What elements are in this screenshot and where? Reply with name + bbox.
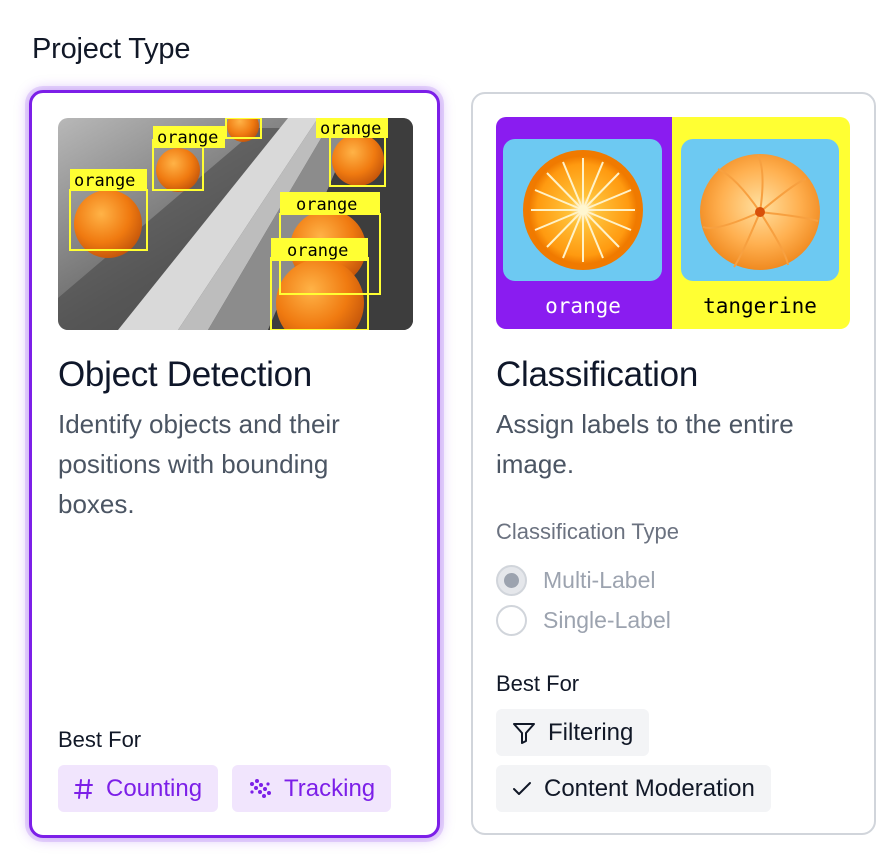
- radio-multi-label[interactable]: Multi-Label: [496, 565, 656, 596]
- card-title: Classification: [496, 355, 698, 394]
- radio-button[interactable]: [496, 605, 527, 636]
- check-icon: [513, 781, 531, 795]
- chip-label: Filtering: [548, 718, 634, 746]
- detection-label: orange: [320, 119, 381, 139]
- radio-label: Multi-Label: [543, 567, 656, 593]
- chip-label: Tracking: [284, 774, 376, 802]
- best-for-label: Best For: [58, 727, 142, 752]
- section-title: Project Type: [32, 33, 191, 65]
- hash-icon: [74, 778, 93, 799]
- detection-label: orange: [74, 171, 135, 191]
- object-detection-card[interactable]: orange orange orange orange orange Objec…: [29, 90, 440, 838]
- radio-single-label[interactable]: Single-Label: [496, 605, 671, 636]
- classification-type-label: Classification Type: [496, 519, 680, 544]
- detection-label: orange: [287, 241, 348, 261]
- radio-button[interactable]: [496, 565, 527, 596]
- class-label-orange: orange: [545, 294, 621, 318]
- chip-tracking: Tracking: [232, 765, 392, 812]
- chip-filtering: Filtering: [496, 709, 650, 756]
- class-label-tangerine: tangerine: [703, 294, 817, 318]
- tracking-dots-icon: [250, 778, 271, 798]
- detection-label: orange: [157, 128, 218, 148]
- classification-card[interactable]: orange tangerine Classification Assign l…: [471, 92, 876, 835]
- classification-image: orange tangerine: [496, 117, 850, 329]
- card-description: Assign labels to the entire image.: [496, 409, 794, 479]
- object-detection-image: orange orange orange orange orange: [58, 118, 413, 330]
- filter-icon: [513, 722, 535, 744]
- chip-label: Counting: [106, 774, 203, 802]
- card-title: Object Detection: [58, 355, 312, 394]
- detection-label: orange: [296, 195, 357, 215]
- radio-label: Single-Label: [543, 607, 671, 633]
- best-for-label: Best For: [496, 671, 580, 696]
- chip-counting: Counting: [58, 765, 219, 812]
- chip-label: Content Moderation: [544, 774, 755, 802]
- card-description: Identify objects and their positions wit…: [58, 409, 340, 519]
- chip-content-moderation: Content Moderation: [496, 765, 771, 812]
